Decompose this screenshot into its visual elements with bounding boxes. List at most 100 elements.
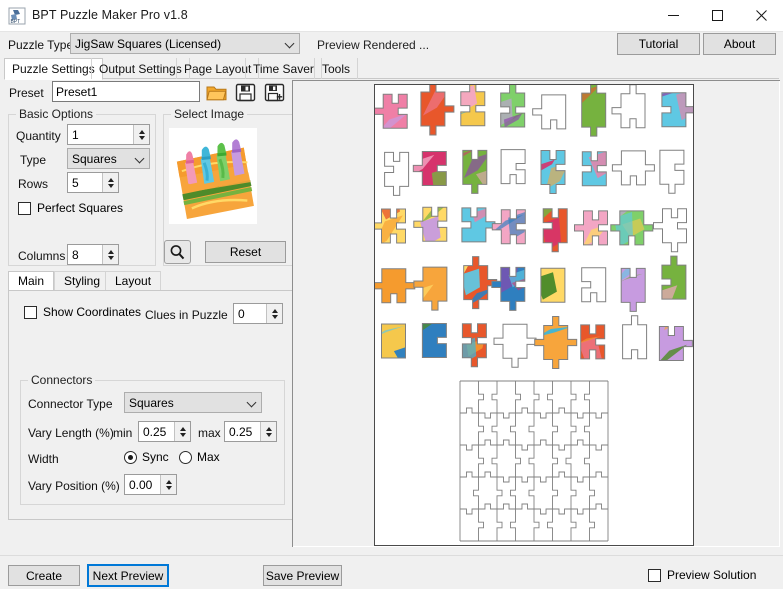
radio-circle: [124, 451, 137, 464]
connector-type-value: Squares: [129, 396, 248, 410]
connector-type-label: Connector Type: [28, 397, 113, 411]
columns-spinner-arrows[interactable]: [102, 245, 118, 264]
preview-solution-checkbox[interactable]: Preview Solution: [648, 568, 756, 582]
basic-options-legend: Basic Options: [16, 107, 96, 121]
save-as-icon[interactable]: [262, 81, 287, 104]
selected-image-thumbnail[interactable]: [169, 128, 257, 224]
max-label: max: [198, 426, 221, 440]
preset-label: Preset: [9, 86, 44, 100]
vary-length-max-stepper[interactable]: 0.25: [224, 421, 277, 442]
next-preview-button[interactable]: Next Preview: [87, 564, 169, 587]
save-icon[interactable]: [233, 81, 258, 104]
width-max-radio[interactable]: Max: [179, 450, 220, 464]
tab-tools[interactable]: Tools: [314, 58, 358, 79]
puzzle-preview-render: [375, 85, 693, 545]
radio-circle: [179, 451, 192, 464]
puzzle-piece: [494, 324, 536, 367]
window-title: BPT Puzzle Maker Pro v1.8: [32, 8, 188, 22]
columns-label: Columns: [18, 249, 65, 263]
vary-length-min-stepper[interactable]: 0.25: [138, 421, 191, 442]
maximize-icon[interactable]: [695, 0, 739, 31]
width-label: Width: [28, 452, 59, 466]
vary-position-stepper[interactable]: 0.00: [124, 474, 177, 495]
connectors-legend: Connectors: [28, 373, 95, 387]
vary-length-max-value: 0.25: [225, 425, 260, 439]
tab-time-saver[interactable]: Time Saver: [245, 58, 322, 79]
magnifier-icon[interactable]: [164, 240, 191, 264]
inner-tab-strip: Main Styling Layout: [8, 271, 297, 290]
puzzle-type-value: JigSaw Squares (Licensed): [75, 37, 286, 51]
rows-spinner-arrows[interactable]: [102, 173, 118, 192]
folder-open-icon[interactable]: [204, 81, 229, 104]
puzzle-piece: [487, 198, 538, 256]
inner-tab-main[interactable]: Main: [8, 271, 54, 291]
puzzle-piece: [582, 268, 606, 302]
puzzle-piece: [411, 195, 459, 253]
reset-button[interactable]: Reset: [205, 241, 286, 263]
tutorial-button[interactable]: Tutorial: [617, 33, 700, 55]
show-coordinates-checkbox[interactable]: Show Coordinates: [24, 305, 141, 319]
scattered-pieces-layer: [375, 85, 693, 376]
type-select[interactable]: Squares: [67, 148, 150, 169]
chevron-down-icon: [136, 154, 145, 163]
minimize-icon[interactable]: [651, 0, 695, 31]
rows-stepper[interactable]: 5: [67, 172, 119, 193]
columns-value: 8: [68, 248, 102, 262]
puzzle-piece: [409, 312, 459, 377]
inner-tab-styling[interactable]: Styling: [54, 271, 110, 290]
about-button[interactable]: About: [703, 33, 776, 55]
preview-solution-label: Preview Solution: [667, 568, 756, 582]
clues-in-puzzle-stepper[interactable]: 0: [233, 303, 283, 324]
puzzle-piece: [533, 95, 566, 129]
puzzle-piece: [489, 85, 537, 139]
preset-input[interactable]: [52, 81, 200, 102]
checkbox-box: [18, 202, 31, 215]
puzzle-type-select[interactable]: JigSaw Squares (Licensed): [70, 33, 300, 54]
main-tab-strip: Puzzle Settings Output Settings Page Lay…: [4, 58, 779, 79]
quantity-stepper[interactable]: 1: [67, 124, 150, 145]
solution-grid: [460, 381, 608, 541]
type-label: Type: [20, 153, 46, 167]
vary-position-spinner-arrows[interactable]: [160, 475, 176, 494]
puzzle-piece: [568, 85, 617, 139]
puzzle-piece: [570, 140, 618, 198]
max-spinner-arrows[interactable]: [260, 422, 276, 441]
tab-output-settings[interactable]: Output Settings: [91, 58, 190, 79]
tab-puzzle-settings[interactable]: Puzzle Settings: [4, 58, 103, 80]
vary-length-min-value: 0.25: [139, 425, 174, 439]
select-image-legend: Select Image: [171, 107, 247, 121]
checkbox-box: [24, 306, 37, 319]
puzzle-piece: [501, 150, 525, 184]
inner-tab-layout[interactable]: Layout: [105, 271, 161, 290]
puzzle-piece: [409, 140, 459, 201]
width-sync-radio[interactable]: Sync: [124, 450, 169, 464]
close-icon[interactable]: [739, 0, 783, 31]
quantity-label: Quantity: [16, 129, 61, 143]
puzzle-piece: [375, 257, 418, 315]
svg-text:BPT: BPT: [11, 19, 21, 25]
type-value: Squares: [72, 152, 136, 166]
rows-value: 5: [68, 176, 102, 190]
preview-page[interactable]: [374, 84, 694, 546]
puzzle-piece: [612, 85, 645, 128]
connector-type-select[interactable]: Squares: [124, 392, 262, 413]
clues-spinner-arrows[interactable]: [266, 304, 282, 323]
vary-position-label: Vary Position (%): [28, 479, 120, 493]
puzzle-piece: [489, 255, 537, 313]
save-preview-button[interactable]: Save Preview: [263, 565, 342, 586]
puzzle-piece: [409, 255, 459, 313]
bpt-app-icon: BPT: [8, 7, 26, 25]
columns-stepper[interactable]: 8: [67, 244, 119, 265]
perfect-squares-checkbox[interactable]: Perfect Squares: [18, 201, 123, 215]
create-button[interactable]: Create: [8, 565, 80, 586]
puzzle-piece: [375, 312, 418, 370]
vary-length-label: Vary Length (%): [28, 426, 114, 440]
min-spinner-arrows[interactable]: [174, 422, 190, 441]
quantity-spinner-arrows[interactable]: [133, 125, 149, 144]
bottom-toolbar: Create Next Preview Save Preview Preview…: [0, 555, 783, 589]
preview-status-text: Preview Rendered ...: [317, 38, 429, 52]
puzzle-piece: [647, 315, 693, 373]
clues-in-puzzle-label: Clues in Puzzle: [145, 308, 228, 322]
rows-label: Rows: [18, 177, 48, 191]
puzzle-piece: [660, 150, 684, 193]
